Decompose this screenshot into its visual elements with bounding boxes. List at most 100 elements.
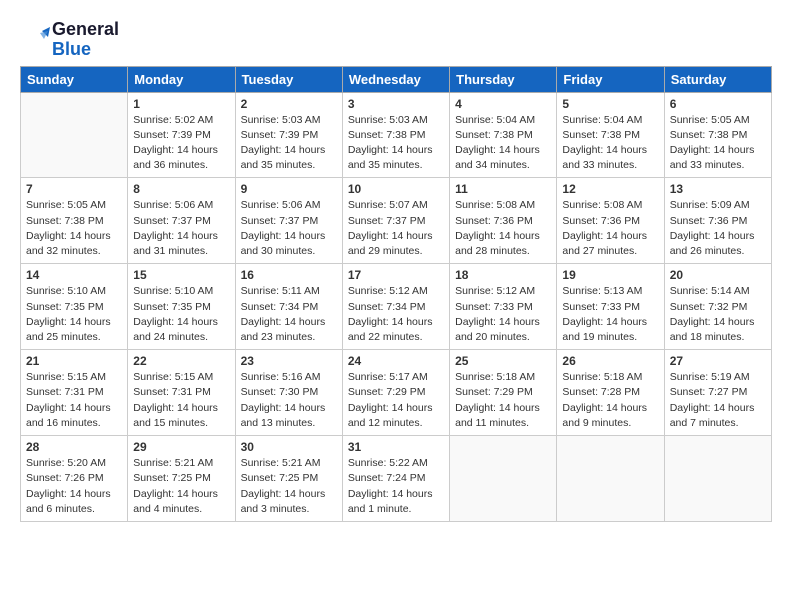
calendar-cell: 5 Sunrise: 5:04 AM Sunset: 7:38 PM Dayli… — [557, 92, 664, 178]
calendar-cell: 24 Sunrise: 5:17 AM Sunset: 7:29 PM Dayl… — [342, 350, 449, 436]
sunset-text: Sunset: 7:38 PM — [562, 128, 658, 143]
calendar-cell — [21, 92, 128, 178]
sunrise-text: Sunrise: 5:06 AM — [133, 198, 229, 213]
calendar-cell: 23 Sunrise: 5:16 AM Sunset: 7:30 PM Dayl… — [235, 350, 342, 436]
day-info: Sunrise: 5:22 AM Sunset: 7:24 PM Dayligh… — [348, 456, 444, 517]
day-number: 11 — [455, 182, 551, 196]
calendar-week-row: 14 Sunrise: 5:10 AM Sunset: 7:35 PM Dayl… — [21, 264, 772, 350]
calendar-cell: 16 Sunrise: 5:11 AM Sunset: 7:34 PM Dayl… — [235, 264, 342, 350]
day-number: 2 — [241, 97, 337, 111]
column-header-sunday: Sunday — [21, 66, 128, 92]
sunrise-text: Sunrise: 5:05 AM — [26, 198, 122, 213]
calendar-week-row: 28 Sunrise: 5:20 AM Sunset: 7:26 PM Dayl… — [21, 436, 772, 522]
calendar-cell — [450, 436, 557, 522]
daylight-text: Daylight: 14 hours and 36 minutes. — [133, 143, 229, 173]
sunrise-text: Sunrise: 5:20 AM — [26, 456, 122, 471]
day-number: 17 — [348, 268, 444, 282]
day-info: Sunrise: 5:15 AM Sunset: 7:31 PM Dayligh… — [133, 370, 229, 431]
day-number: 14 — [26, 268, 122, 282]
sunrise-text: Sunrise: 5:03 AM — [348, 113, 444, 128]
sunset-text: Sunset: 7:38 PM — [455, 128, 551, 143]
sunrise-text: Sunrise: 5:05 AM — [670, 113, 766, 128]
daylight-text: Daylight: 14 hours and 34 minutes. — [455, 143, 551, 173]
calendar-cell: 21 Sunrise: 5:15 AM Sunset: 7:31 PM Dayl… — [21, 350, 128, 436]
day-info: Sunrise: 5:04 AM Sunset: 7:38 PM Dayligh… — [455, 113, 551, 174]
day-info: Sunrise: 5:06 AM Sunset: 7:37 PM Dayligh… — [133, 198, 229, 259]
day-info: Sunrise: 5:12 AM Sunset: 7:34 PM Dayligh… — [348, 284, 444, 345]
day-number: 25 — [455, 354, 551, 368]
day-info: Sunrise: 5:11 AM Sunset: 7:34 PM Dayligh… — [241, 284, 337, 345]
daylight-text: Daylight: 14 hours and 6 minutes. — [26, 487, 122, 517]
day-info: Sunrise: 5:03 AM Sunset: 7:39 PM Dayligh… — [241, 113, 337, 174]
daylight-text: Daylight: 14 hours and 29 minutes. — [348, 229, 444, 259]
day-info: Sunrise: 5:18 AM Sunset: 7:28 PM Dayligh… — [562, 370, 658, 431]
sunrise-text: Sunrise: 5:03 AM — [241, 113, 337, 128]
day-number: 27 — [670, 354, 766, 368]
sunrise-text: Sunrise: 5:08 AM — [562, 198, 658, 213]
page: General Blue SundayMondayTuesdayWednesda… — [0, 0, 792, 612]
sunrise-text: Sunrise: 5:22 AM — [348, 456, 444, 471]
calendar-cell: 31 Sunrise: 5:22 AM Sunset: 7:24 PM Dayl… — [342, 436, 449, 522]
sunset-text: Sunset: 7:33 PM — [562, 300, 658, 315]
day-number: 29 — [133, 440, 229, 454]
sunset-text: Sunset: 7:34 PM — [348, 300, 444, 315]
day-info: Sunrise: 5:07 AM Sunset: 7:37 PM Dayligh… — [348, 198, 444, 259]
daylight-text: Daylight: 14 hours and 33 minutes. — [670, 143, 766, 173]
sunset-text: Sunset: 7:26 PM — [26, 471, 122, 486]
day-number: 3 — [348, 97, 444, 111]
calendar-week-row: 1 Sunrise: 5:02 AM Sunset: 7:39 PM Dayli… — [21, 92, 772, 178]
day-info: Sunrise: 5:08 AM Sunset: 7:36 PM Dayligh… — [562, 198, 658, 259]
sunrise-text: Sunrise: 5:10 AM — [26, 284, 122, 299]
calendar-week-row: 21 Sunrise: 5:15 AM Sunset: 7:31 PM Dayl… — [21, 350, 772, 436]
daylight-text: Daylight: 14 hours and 26 minutes. — [670, 229, 766, 259]
calendar-cell: 14 Sunrise: 5:10 AM Sunset: 7:35 PM Dayl… — [21, 264, 128, 350]
daylight-text: Daylight: 14 hours and 7 minutes. — [670, 401, 766, 431]
day-number: 5 — [562, 97, 658, 111]
logo: General Blue — [20, 20, 119, 60]
sunset-text: Sunset: 7:37 PM — [348, 214, 444, 229]
day-number: 18 — [455, 268, 551, 282]
calendar-cell: 17 Sunrise: 5:12 AM Sunset: 7:34 PM Dayl… — [342, 264, 449, 350]
sunrise-text: Sunrise: 5:17 AM — [348, 370, 444, 385]
day-info: Sunrise: 5:05 AM Sunset: 7:38 PM Dayligh… — [670, 113, 766, 174]
sunrise-text: Sunrise: 5:11 AM — [241, 284, 337, 299]
day-info: Sunrise: 5:04 AM Sunset: 7:38 PM Dayligh… — [562, 113, 658, 174]
sunset-text: Sunset: 7:25 PM — [133, 471, 229, 486]
day-number: 15 — [133, 268, 229, 282]
sunrise-text: Sunrise: 5:04 AM — [562, 113, 658, 128]
daylight-text: Daylight: 14 hours and 31 minutes. — [133, 229, 229, 259]
sunrise-text: Sunrise: 5:02 AM — [133, 113, 229, 128]
calendar-cell: 4 Sunrise: 5:04 AM Sunset: 7:38 PM Dayli… — [450, 92, 557, 178]
sunrise-text: Sunrise: 5:18 AM — [562, 370, 658, 385]
column-header-thursday: Thursday — [450, 66, 557, 92]
sunset-text: Sunset: 7:28 PM — [562, 385, 658, 400]
daylight-text: Daylight: 14 hours and 33 minutes. — [562, 143, 658, 173]
daylight-text: Daylight: 14 hours and 25 minutes. — [26, 315, 122, 345]
calendar-week-row: 7 Sunrise: 5:05 AM Sunset: 7:38 PM Dayli… — [21, 178, 772, 264]
sunset-text: Sunset: 7:25 PM — [241, 471, 337, 486]
calendar-cell: 8 Sunrise: 5:06 AM Sunset: 7:37 PM Dayli… — [128, 178, 235, 264]
calendar-cell — [664, 436, 771, 522]
day-number: 12 — [562, 182, 658, 196]
daylight-text: Daylight: 14 hours and 24 minutes. — [133, 315, 229, 345]
calendar-cell: 26 Sunrise: 5:18 AM Sunset: 7:28 PM Dayl… — [557, 350, 664, 436]
calendar-cell: 13 Sunrise: 5:09 AM Sunset: 7:36 PM Dayl… — [664, 178, 771, 264]
daylight-text: Daylight: 14 hours and 32 minutes. — [26, 229, 122, 259]
day-info: Sunrise: 5:19 AM Sunset: 7:27 PM Dayligh… — [670, 370, 766, 431]
daylight-text: Daylight: 14 hours and 35 minutes. — [348, 143, 444, 173]
sunset-text: Sunset: 7:38 PM — [26, 214, 122, 229]
sunset-text: Sunset: 7:39 PM — [241, 128, 337, 143]
calendar-cell: 2 Sunrise: 5:03 AM Sunset: 7:39 PM Dayli… — [235, 92, 342, 178]
daylight-text: Daylight: 14 hours and 11 minutes. — [455, 401, 551, 431]
calendar-header-row: SundayMondayTuesdayWednesdayThursdayFrid… — [21, 66, 772, 92]
calendar-cell: 6 Sunrise: 5:05 AM Sunset: 7:38 PM Dayli… — [664, 92, 771, 178]
calendar-cell — [557, 436, 664, 522]
sunrise-text: Sunrise: 5:06 AM — [241, 198, 337, 213]
daylight-text: Daylight: 14 hours and 15 minutes. — [133, 401, 229, 431]
sunrise-text: Sunrise: 5:10 AM — [133, 284, 229, 299]
calendar-cell: 30 Sunrise: 5:21 AM Sunset: 7:25 PM Dayl… — [235, 436, 342, 522]
daylight-text: Daylight: 14 hours and 3 minutes. — [241, 487, 337, 517]
sunset-text: Sunset: 7:24 PM — [348, 471, 444, 486]
logo-general-text: General — [52, 20, 119, 40]
daylight-text: Daylight: 14 hours and 22 minutes. — [348, 315, 444, 345]
